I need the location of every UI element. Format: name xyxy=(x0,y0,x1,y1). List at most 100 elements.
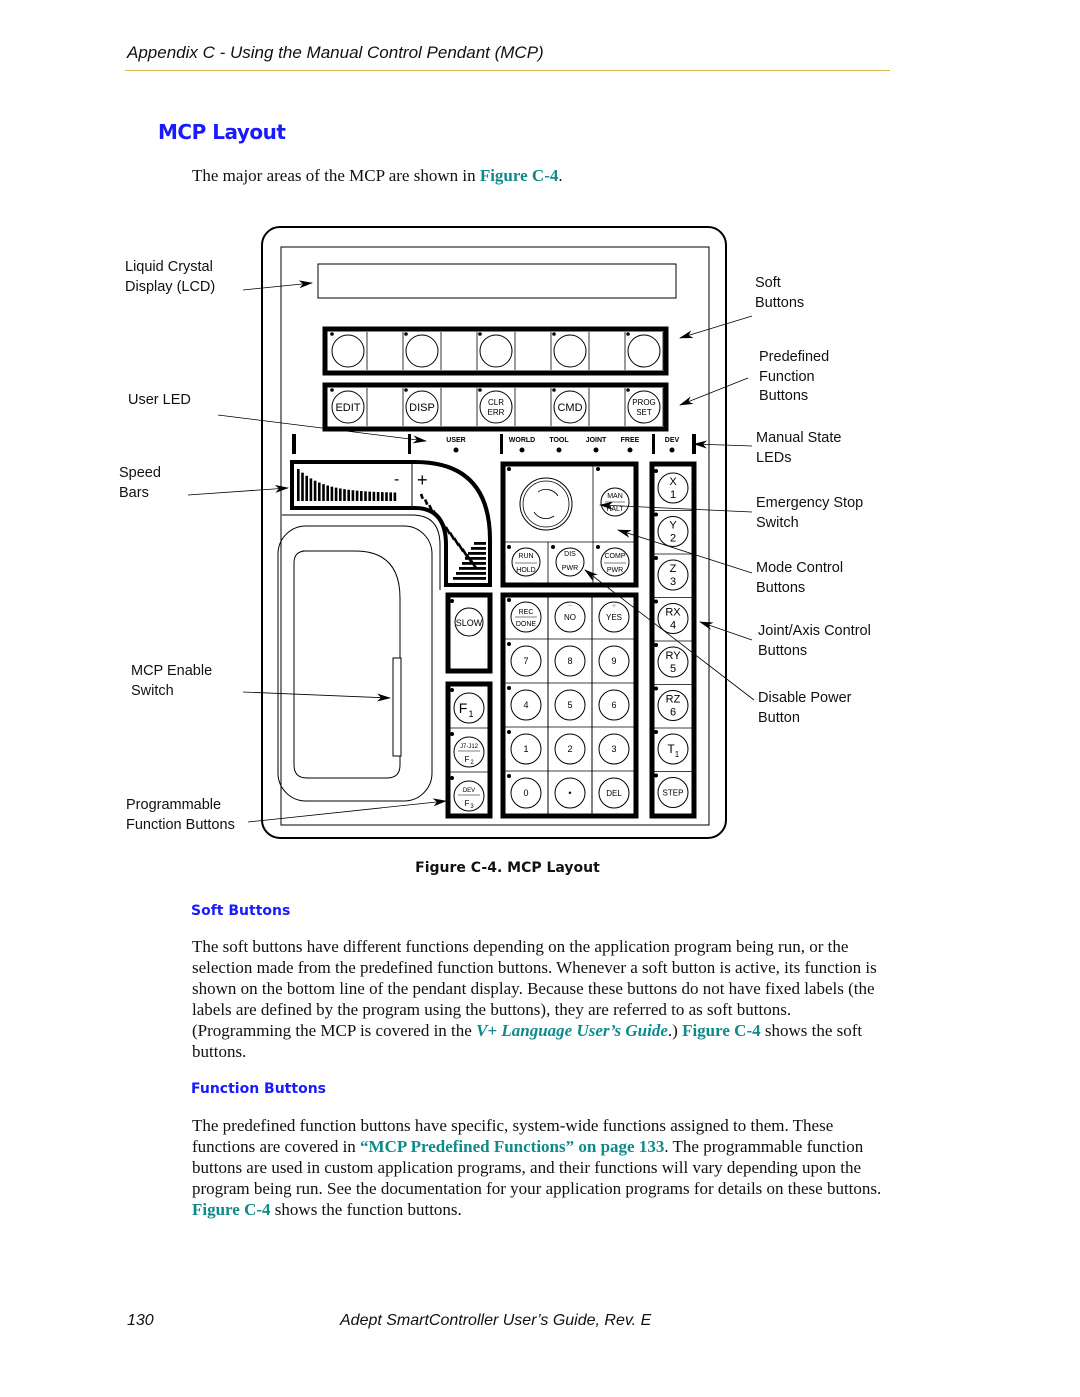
predefined-button-1[interactable]: EDIT xyxy=(331,390,365,424)
svg-text:MAN: MAN xyxy=(607,493,623,500)
svg-text:SET: SET xyxy=(636,408,652,417)
svg-text:3: 3 xyxy=(670,576,676,588)
speed-bar xyxy=(372,491,376,501)
axis-button-ry5[interactable]: RY5 xyxy=(657,646,689,678)
axis-button-t1[interactable]: T1 xyxy=(657,733,689,765)
speed-bar xyxy=(364,491,367,501)
callout-manual-state: Manual State LEDs xyxy=(756,429,841,468)
callout-line: Buttons xyxy=(758,642,808,659)
callout-lcd: Liquid Crystal Display (LCD) xyxy=(125,258,215,297)
soft-button-1[interactable] xyxy=(331,334,365,368)
keypad-key[interactable]: DEL xyxy=(598,777,630,809)
mode-control-block: MAN HALT RUN HOLD DIS PWR COMP PWR xyxy=(500,461,639,588)
footer-doc-title: Adept SmartController User’s Guide, Rev.… xyxy=(340,1312,652,1329)
speed-bar xyxy=(465,557,486,560)
svg-text:PROG: PROG xyxy=(632,398,656,407)
mode-led-tool xyxy=(556,447,562,453)
function-key-f2[interactable]: J7-J12F 2 xyxy=(453,736,485,768)
predefined-functions-link[interactable]: “MCP Predefined Functions” on page 133 xyxy=(360,1137,664,1156)
figure-link[interactable]: Figure C-4 xyxy=(192,1200,271,1219)
svg-text:RUN: RUN xyxy=(518,553,533,560)
keypad-key[interactable]: 0 xyxy=(510,777,542,809)
keypad-key[interactable]: 3 xyxy=(598,733,630,765)
lcd-display xyxy=(317,263,677,299)
axis-button-y2[interactable]: Y2 xyxy=(657,516,689,547)
keypad-key[interactable]: • xyxy=(554,777,586,809)
mode-led-label-tool: TOOL xyxy=(549,437,569,444)
svg-text:DIS: DIS xyxy=(564,551,576,558)
axis-button-x1[interactable]: X1 xyxy=(657,472,689,504)
comp-pwr-button: COMP PWR xyxy=(600,547,630,577)
keypad-key[interactable]: 6 xyxy=(598,689,630,721)
keypad-key[interactable]: NO − xyxy=(554,601,586,633)
keypad-key[interactable]: 7 xyxy=(510,645,542,677)
svg-text:YES: YES xyxy=(606,613,622,622)
disable-power-button: DIS PWR xyxy=(555,547,585,577)
svg-text:1: 1 xyxy=(523,744,528,754)
callout-programmable-function: Programmable Function Buttons xyxy=(126,796,235,835)
keypad-key[interactable]: 1 xyxy=(510,733,542,765)
svg-text:5: 5 xyxy=(567,700,572,710)
callout-line: Button xyxy=(758,709,800,726)
axis-button-z3[interactable]: Z3 xyxy=(657,559,689,591)
axis-button-step[interactable]: STEP xyxy=(657,777,689,808)
function-key-f3[interactable]: DEVF 3 xyxy=(453,780,485,812)
speed-bar xyxy=(471,547,486,550)
speed-bar xyxy=(468,552,486,555)
function-key-f1[interactable]: F1 xyxy=(453,692,485,724)
speed-bar xyxy=(453,577,486,580)
callout-enable-switch: MCP Enable Switch xyxy=(131,662,212,701)
predefined-button-4[interactable]: CMD xyxy=(553,390,587,424)
svg-text:DEL: DEL xyxy=(606,789,622,798)
speed-bar xyxy=(309,478,313,501)
programmable-function-buttons: F 1 J7-J12F 2 DEVF 3 xyxy=(445,681,493,819)
callout-line: Display (LCD) xyxy=(125,278,216,295)
keypad-key[interactable]: 4 xyxy=(510,689,542,721)
predefined-button-5[interactable]: PROGSET xyxy=(627,390,661,424)
axis-button-rx4[interactable]: RX4 xyxy=(657,603,689,634)
soft-button-5[interactable] xyxy=(627,334,661,368)
function-buttons-heading: Function Buttons xyxy=(191,1081,326,1097)
speed-bar xyxy=(339,488,342,501)
keypad-key[interactable]: 8 xyxy=(554,645,586,677)
keypad-key[interactable]: REC DONE xyxy=(510,601,542,633)
keypad-key[interactable]: YES + xyxy=(598,601,630,633)
speed-bar xyxy=(376,491,380,501)
svg-text:F: F xyxy=(465,799,470,808)
svg-text:HALT: HALT xyxy=(606,506,624,513)
speed-plus: + xyxy=(417,470,428,490)
svg-text:HOLD: HOLD xyxy=(516,567,535,574)
callout-line: Manual State xyxy=(756,430,842,446)
figure-link[interactable]: Figure C-4 xyxy=(682,1021,761,1040)
mode-led-label-joint: JOINT xyxy=(586,437,607,444)
speed-bar xyxy=(318,482,321,501)
soft-button-2[interactable] xyxy=(405,334,439,368)
axis-button-rz6[interactable]: RZ6 xyxy=(657,690,689,721)
speed-bar xyxy=(301,472,304,501)
speed-bar xyxy=(334,487,338,501)
svg-text:3: 3 xyxy=(611,744,616,754)
keypad-key[interactable]: 2 xyxy=(554,733,586,765)
svg-text:F: F xyxy=(459,700,468,716)
soft-button-4[interactable] xyxy=(553,334,587,368)
slow-button-group: SLOW xyxy=(445,592,493,674)
v-plus-guide-link[interactable]: V+ Language User’s Guide xyxy=(476,1021,668,1040)
dev-led xyxy=(669,447,675,453)
svg-text:5: 5 xyxy=(670,663,676,675)
svg-text:PWR: PWR xyxy=(607,567,623,574)
keypad-key[interactable]: 9 xyxy=(598,645,630,677)
figure-caption: Figure C-4. MCP Layout xyxy=(415,860,600,876)
svg-text:1: 1 xyxy=(670,489,676,501)
svg-text:EDIT: EDIT xyxy=(335,402,360,414)
predefined-button-3[interactable]: CLRERR xyxy=(479,390,513,424)
callout-disable-power: Disable Power Button xyxy=(758,689,852,728)
keypad-key[interactable]: 5 xyxy=(554,689,586,721)
predefined-button-2[interactable]: DISP xyxy=(405,390,439,424)
mode-led-joint xyxy=(593,447,599,453)
svg-text:RZ: RZ xyxy=(666,694,681,706)
para-text: shows the function buttons. xyxy=(270,1200,462,1219)
svg-text:DONE: DONE xyxy=(516,621,537,628)
svg-text:PWR: PWR xyxy=(562,565,578,572)
soft-button-3[interactable] xyxy=(479,334,513,368)
svg-text:1: 1 xyxy=(675,750,680,759)
